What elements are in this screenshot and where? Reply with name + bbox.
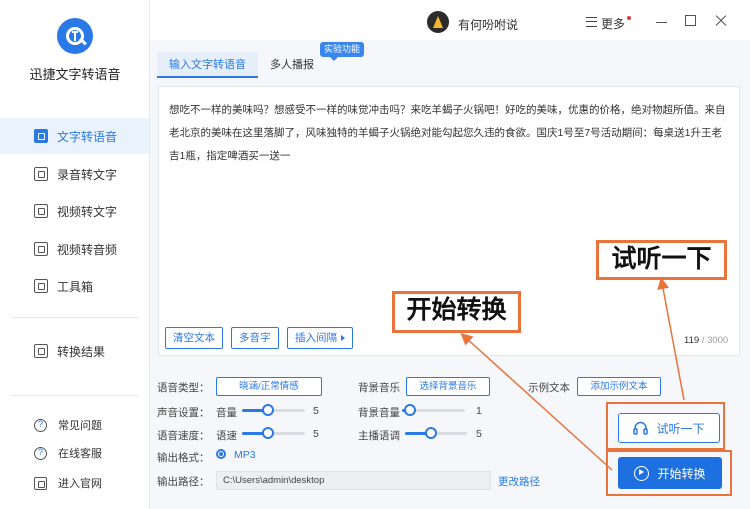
sidebar-item-label: 视频转文字 bbox=[57, 204, 118, 219]
sidebar-item-label: 录音转文字 bbox=[57, 167, 118, 182]
char-count: 119 bbox=[684, 335, 700, 346]
user-avatar[interactable] bbox=[427, 11, 449, 33]
char-counter: 119 / 3000 bbox=[684, 335, 728, 346]
sidebar-divider bbox=[12, 317, 138, 318]
sidebar-item-record-to-text[interactable]: 录音转文字 bbox=[0, 156, 149, 192]
tone-value: 5 bbox=[476, 428, 482, 440]
volume-label: 音量 bbox=[216, 407, 237, 419]
format-value[interactable]: MP3 bbox=[234, 449, 256, 461]
bg-volume-slider[interactable] bbox=[402, 404, 465, 416]
annotation-label-convert: 开始转换 bbox=[392, 291, 521, 333]
notification-dot bbox=[627, 16, 631, 20]
speed-value: 5 bbox=[313, 428, 319, 440]
bg-volume-label: 背景音量 bbox=[358, 407, 400, 419]
speed-label: 语速 bbox=[216, 430, 237, 442]
change-path-link[interactable]: 更改路径 bbox=[498, 474, 540, 489]
speed-settings-label: 语音速度： bbox=[157, 430, 210, 442]
sidebar-support-link[interactable]: 在线客服 bbox=[34, 445, 102, 461]
sidebar: 迅捷文字转语音 文字转语音 录音转文字 视频转文字 视频转音频 工具箱 转换结果… bbox=[0, 0, 150, 509]
bg-music-button[interactable]: 选择背景音乐 bbox=[406, 377, 490, 396]
video-audio-icon bbox=[34, 242, 48, 256]
app-logo-icon bbox=[57, 18, 93, 54]
maximize-icon[interactable] bbox=[685, 15, 696, 26]
clear-text-button[interactable]: 清空文本 bbox=[165, 327, 223, 349]
char-max: / 3000 bbox=[701, 335, 729, 346]
tab-multi-speaker[interactable]: 多人播报 bbox=[258, 52, 326, 78]
faq-label: 常见问题 bbox=[58, 420, 102, 432]
tab-bar: 输入文字转语音 多人播报 bbox=[157, 52, 326, 78]
sound-settings-label: 声音设置： bbox=[157, 407, 210, 419]
polyphone-button[interactable]: 多音字 bbox=[231, 327, 279, 349]
annotation-label-listen: 试听一下 bbox=[596, 240, 727, 280]
app-title: 迅捷文字转语音 bbox=[29, 67, 121, 82]
sidebar-item-toolbox[interactable]: 工具箱 bbox=[0, 268, 149, 304]
sidebar-item-label: 工具箱 bbox=[57, 279, 94, 294]
help-icon bbox=[34, 418, 47, 432]
insert-pause-label: 插入间隔 bbox=[295, 332, 337, 344]
minimize-icon[interactable] bbox=[656, 22, 667, 24]
close-icon[interactable] bbox=[714, 14, 728, 28]
format-radio[interactable] bbox=[216, 449, 226, 459]
sidebar-item-text-to-speech[interactable]: 文字转语音 bbox=[0, 118, 149, 154]
username[interactable]: 有何吩咐说 bbox=[458, 16, 518, 33]
sidebar-website-link[interactable]: 进入官网 bbox=[34, 475, 102, 491]
video-text-icon bbox=[34, 204, 48, 218]
website-label: 进入官网 bbox=[58, 478, 102, 490]
results-icon bbox=[34, 344, 48, 358]
sidebar-faq-link[interactable]: 常见问题 bbox=[34, 417, 102, 433]
tone-slider[interactable] bbox=[405, 427, 467, 439]
annotation-highlight-listen bbox=[606, 402, 725, 450]
volume-value: 5 bbox=[313, 405, 319, 417]
sample-text-label: 示例文本 bbox=[528, 382, 570, 394]
volume-slider-knob[interactable] bbox=[262, 404, 274, 416]
voice-type-label: 语音类型： bbox=[157, 382, 210, 394]
record-icon bbox=[34, 167, 48, 181]
monitor-icon bbox=[34, 476, 47, 490]
insert-pause-button[interactable]: 插入间隔 bbox=[287, 327, 353, 349]
format-label: 输出格式： bbox=[157, 452, 210, 464]
tone-label: 主播语调 bbox=[358, 430, 400, 442]
headset-icon bbox=[34, 446, 47, 460]
sidebar-divider bbox=[12, 395, 138, 396]
bg-volume-slider-knob[interactable] bbox=[404, 404, 416, 416]
sidebar-item-video-to-text[interactable]: 视频转文字 bbox=[0, 193, 149, 229]
menu-icon[interactable] bbox=[586, 17, 597, 27]
sidebar-item-label: 文字转语音 bbox=[57, 129, 118, 144]
speed-slider-knob[interactable] bbox=[262, 427, 274, 439]
sidebar-item-label: 转换结果 bbox=[57, 344, 106, 359]
annotation-highlight-convert bbox=[606, 450, 732, 496]
sidebar-item-video-to-audio[interactable]: 视频转音频 bbox=[0, 231, 149, 267]
sidebar-item-label: 视频转音频 bbox=[57, 242, 118, 257]
bg-music-label: 背景音乐 bbox=[358, 382, 400, 394]
path-label: 输出路径： bbox=[157, 476, 210, 488]
bg-volume-value: 1 bbox=[476, 405, 482, 417]
caret-right-icon bbox=[341, 335, 345, 342]
tone-slider-knob[interactable] bbox=[425, 427, 437, 439]
sidebar-item-results[interactable]: 转换结果 bbox=[0, 333, 149, 369]
tab-text-to-speech[interactable]: 输入文字转语音 bbox=[157, 52, 258, 78]
output-path-field[interactable]: C:\Users\admin\desktop bbox=[216, 471, 491, 490]
editor-text[interactable]: 想吃不一样的美味吗？想感受不一样的味觉冲击吗？来吃羊蝎子火锅吧！好吃的美味，优惠… bbox=[169, 99, 731, 168]
more-menu[interactable]: 更多 bbox=[601, 15, 625, 32]
toolbox-icon bbox=[34, 279, 48, 293]
volume-slider[interactable] bbox=[242, 404, 305, 416]
text-to-speech-icon bbox=[34, 129, 48, 143]
sample-text-button[interactable]: 添加示例文本 bbox=[577, 377, 661, 396]
experimental-badge: 实验功能 bbox=[320, 42, 365, 61]
support-label: 在线客服 bbox=[58, 448, 102, 460]
speed-slider[interactable] bbox=[242, 427, 305, 439]
voice-type-button[interactable]: 晓涵/正常情感 bbox=[216, 377, 322, 396]
